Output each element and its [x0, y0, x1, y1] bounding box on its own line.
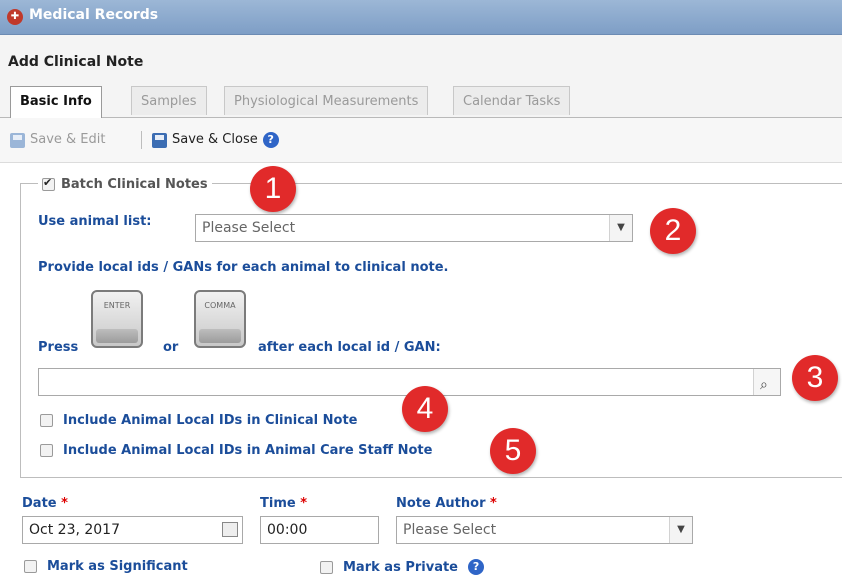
chevron-down-icon: ▼ — [609, 215, 632, 241]
or-label: or — [163, 340, 179, 355]
note-author-label: Note Author * — [396, 496, 497, 511]
time-label: Time * — [260, 496, 307, 511]
batch-legend[interactable]: Batch Clinical Notes — [38, 176, 212, 192]
include-staff-row[interactable]: Include Animal Local IDs in Animal Care … — [40, 443, 432, 458]
after-each-id-label: after each local id / GAN: — [258, 340, 441, 355]
press-label: Press — [38, 340, 79, 355]
date-label: Date * — [22, 496, 68, 511]
provide-ids-instruction: Provide local ids / GANs for each animal… — [38, 260, 449, 275]
search-button[interactable]: ⌕ — [753, 369, 780, 395]
app-title: Medical Records — [29, 7, 159, 23]
note-author-select[interactable]: Please Select ▼ — [396, 516, 693, 544]
animal-list-label: Use animal list: — [38, 214, 152, 229]
medical-logo-icon: ✚ — [7, 9, 23, 25]
help-icon[interactable]: ? — [262, 132, 279, 148]
tab-samples[interactable]: Samples — [131, 86, 207, 115]
required-asterisk: * — [490, 496, 497, 511]
chevron-down-icon: ▼ — [669, 517, 692, 543]
include-staff-label: Include Animal Local IDs in Animal Care … — [63, 443, 433, 458]
mark-private-checkbox[interactable] — [320, 560, 333, 574]
save-close-button[interactable]: Save & Close ? — [152, 130, 279, 150]
include-clinical-checkbox[interactable] — [40, 414, 53, 427]
required-asterisk: * — [300, 496, 308, 511]
callout-badge-5: 5 — [490, 428, 536, 474]
time-field[interactable]: 00:00 — [260, 516, 379, 544]
animal-list-value: Please Select — [202, 220, 296, 236]
tab-calendar-tasks[interactable]: Calendar Tasks — [453, 86, 571, 115]
form-header: Add Clinical Note — [0, 35, 842, 81]
mark-significant-row[interactable]: Mark as Significant — [24, 559, 188, 574]
floppy-disk-icon — [152, 132, 167, 148]
callout-badge-2: 2 — [650, 208, 696, 254]
mark-private-row[interactable]: Mark as Private ? — [320, 559, 485, 575]
mark-private-label: Mark as Private — [343, 559, 459, 575]
form-title: Add Clinical Note — [8, 54, 144, 70]
include-clinical-row[interactable]: Include Animal Local IDs in Clinical Not… — [40, 413, 358, 428]
time-label-text: Time — [260, 496, 296, 511]
callout-badge-3: 3 — [792, 355, 838, 401]
enter-key-icon: ENTER — [91, 290, 143, 348]
floppy-disk-icon — [10, 132, 25, 148]
time-value: 00:00 — [267, 522, 308, 538]
toolbar-divider — [141, 131, 142, 149]
date-field[interactable]: Oct 23, 2017 — [22, 516, 243, 544]
callout-badge-4: 4 — [402, 386, 448, 432]
calendar-icon[interactable] — [222, 522, 238, 537]
comma-key-icon: COMMA — [194, 290, 246, 348]
mark-significant-checkbox[interactable] — [24, 560, 37, 573]
save-edit-button[interactable]: Save & Edit — [10, 130, 106, 150]
save-edit-label: Save & Edit — [30, 132, 106, 147]
save-close-label: Save & Close — [172, 132, 258, 147]
batch-checkbox[interactable] — [42, 176, 55, 191]
mark-significant-label: Mark as Significant — [47, 559, 188, 574]
callout-badge-1: 1 — [250, 166, 296, 212]
magnifier-icon: ⌕ — [760, 377, 768, 393]
date-value: Oct 23, 2017 — [29, 522, 120, 538]
tab-physiological-measurements[interactable]: Physiological Measurements — [224, 86, 429, 115]
include-staff-checkbox[interactable] — [40, 444, 53, 457]
tab-bar: Basic Info Samples Physiological Measure… — [0, 80, 842, 118]
tab-basic-info[interactable]: Basic Info — [10, 86, 102, 118]
toolbar: Save & Edit Save & Close ? — [0, 118, 842, 163]
app-titlebar: ✚ Medical Records — [0, 0, 842, 35]
help-icon[interactable]: ? — [468, 559, 485, 575]
batch-legend-label: Batch Clinical Notes — [61, 177, 208, 192]
include-clinical-label: Include Animal Local IDs in Clinical Not… — [63, 413, 358, 428]
note-author-label-text: Note Author — [396, 496, 486, 511]
required-asterisk: * — [61, 496, 68, 511]
note-author-value: Please Select — [403, 522, 497, 538]
date-label-text: Date — [22, 496, 57, 511]
animal-list-select[interactable]: Please Select ▼ — [195, 214, 633, 242]
